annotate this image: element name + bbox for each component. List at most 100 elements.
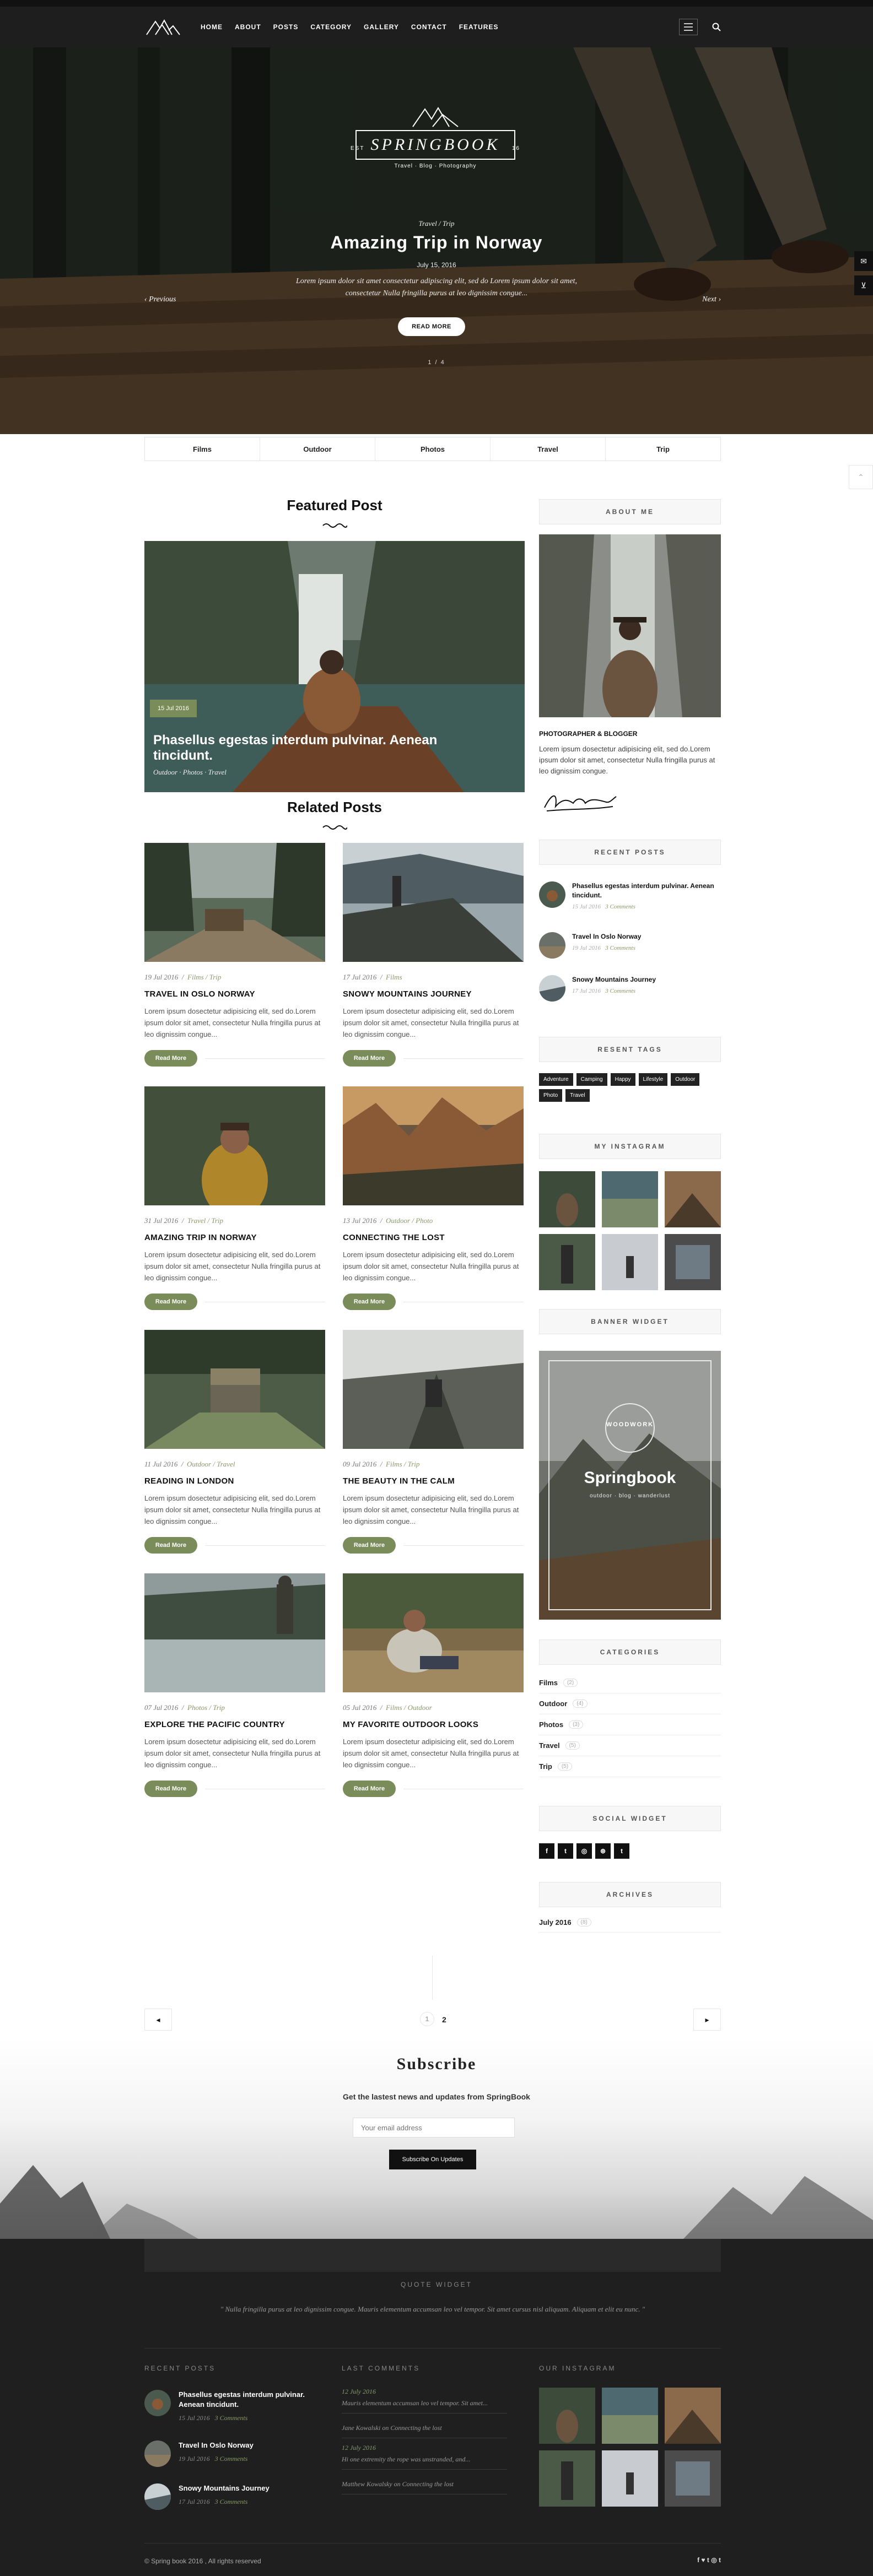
category-link[interactable]: Trip (5)	[539, 1756, 721, 1777]
hero-next-button[interactable]: Next ›	[702, 295, 721, 304]
menu-item-home[interactable]: HOME	[201, 23, 223, 31]
instagram-photo[interactable]	[602, 1171, 658, 1227]
footer-comment[interactable]: 12 July 2016 Mauris elementum accumsan le…	[342, 2388, 507, 2413]
category-travel[interactable]: Travel	[491, 437, 606, 461]
footer-comment[interactable]: 12 July 2016 Hi one extremity the rope wa…	[342, 2444, 507, 2470]
hero-title[interactable]: Amazing Trip in Norway	[0, 232, 873, 253]
post-title[interactable]: AMAZING TRIP IN NORWAY	[144, 1233, 325, 1242]
read-more-button[interactable]: Read More	[343, 1050, 396, 1067]
post-image[interactable]	[144, 1086, 325, 1205]
email-field[interactable]	[353, 2118, 515, 2137]
instagram-photo[interactable]	[539, 2450, 595, 2507]
category-link[interactable]: Films (2)	[539, 1673, 721, 1693]
recent-post-item[interactable]: Snowy Mountains Journey 17 Jul 2016 3 Com…	[539, 975, 721, 1002]
tag-item[interactable]: Camping	[576, 1073, 607, 1086]
tag-item[interactable]: Outdoor	[671, 1073, 700, 1086]
post-title[interactable]: EXPLORE THE PACIFIC COUNTRY	[144, 1720, 325, 1729]
category-link[interactable]: Travel (5)	[539, 1735, 721, 1756]
tumblr-icon[interactable]: t	[614, 1843, 629, 1859]
pager-prev-button[interactable]: ◂	[144, 2009, 172, 2031]
footer-recent-post[interactable]: Phasellus egestas interdum pulvinar. Aen…	[144, 2390, 310, 2422]
post-categories[interactable]: Films / Outdoor	[386, 1703, 432, 1712]
banner-widget[interactable]: WOODWORK Springbook outdoor · blog · wan…	[539, 1351, 721, 1620]
pager-page-1[interactable]: 1	[420, 2012, 434, 2026]
tag-item[interactable]: Photo	[539, 1089, 563, 1102]
twitter-icon[interactable]: t	[558, 1843, 573, 1859]
scroll-top-icon[interactable]: ⌃	[849, 465, 873, 489]
post-image[interactable]	[343, 1086, 524, 1205]
post-title[interactable]: CONNECTING THE LOST	[343, 1233, 524, 1242]
instagram-photo[interactable]	[665, 1171, 721, 1227]
post-categories[interactable]: Films / Trip	[386, 1460, 419, 1468]
featured-title[interactable]: Phasellus egestas interdum pulvinar. Aen…	[153, 733, 440, 764]
post-categories[interactable]: Outdoor / Photo	[386, 1216, 433, 1225]
post-image[interactable]	[144, 1330, 325, 1449]
recent-post-comments[interactable]: 3 Comments	[605, 903, 635, 910]
post-categories[interactable]: Films / Trip	[187, 973, 221, 981]
post-image[interactable]	[343, 1330, 524, 1449]
recent-post-title[interactable]: Travel In Oslo Norway	[572, 932, 641, 941]
footer-post-comments[interactable]: 3 Comments	[215, 2414, 248, 2422]
instagram-photo[interactable]	[602, 2388, 658, 2444]
footer-post-comments[interactable]: 3 Comments	[215, 2498, 248, 2505]
menu-item-gallery[interactable]: GALLERY	[364, 23, 399, 31]
pager-page-2[interactable]: 2	[442, 2015, 446, 2024]
footer-social-icons[interactable]: f ♥ t ◎ t	[697, 2556, 721, 2564]
archive-link[interactable]: July 2016 (8)	[539, 1913, 721, 1933]
footer-recent-post[interactable]: Snowy Mountains Journey 17 Jul 2016 3 Com…	[144, 2483, 310, 2510]
menu-item-posts[interactable]: POSTS	[273, 23, 299, 31]
mail-icon[interactable]: ✉	[854, 251, 873, 271]
category-link[interactable]: Outdoor (4)	[539, 1693, 721, 1714]
menu-item-features[interactable]: FEATURES	[459, 23, 499, 31]
facebook-icon[interactable]: f	[539, 1843, 554, 1859]
post-title[interactable]: MY FAVORITE OUTDOOR LOOKS	[343, 1720, 524, 1729]
hamburger-menu-icon[interactable]	[679, 19, 698, 35]
post-image[interactable]	[343, 843, 524, 962]
post-title[interactable]: THE BEAUTY IN THE CALM	[343, 1476, 524, 1486]
read-more-button[interactable]: Read More	[343, 1294, 396, 1310]
hero-read-more-button[interactable]: READ MORE	[398, 317, 465, 336]
tag-item[interactable]: Adventure	[539, 1073, 573, 1086]
footer-post-comments[interactable]: 3 Comments	[215, 2455, 248, 2463]
tag-item[interactable]: Lifestyle	[638, 1073, 668, 1086]
menu-item-about[interactable]: ABOUT	[235, 23, 261, 31]
search-icon[interactable]	[712, 23, 721, 31]
footer-post-title[interactable]: Snowy Mountains Journey	[179, 2483, 270, 2493]
post-image[interactable]	[343, 1573, 524, 1692]
read-more-button[interactable]: Read More	[144, 1781, 197, 1797]
post-categories[interactable]: Outdoor / Travel	[187, 1460, 235, 1468]
footer-comment[interactable]: Matthew Kowalsky on Connecting the lost	[342, 2477, 507, 2494]
post-title[interactable]: READING IN LONDON	[144, 1476, 325, 1486]
recent-post-title[interactable]: Phasellus egestas interdum pulvinar. Aen…	[572, 881, 721, 900]
tag-item[interactable]: Travel	[565, 1089, 590, 1102]
read-more-button[interactable]: Read More	[144, 1050, 197, 1067]
instagram-photo[interactable]	[602, 1234, 658, 1290]
mountain-logo-icon[interactable]	[144, 16, 183, 38]
category-trip[interactable]: Trip	[606, 437, 720, 461]
footer-post-title[interactable]: Travel In Oslo Norway	[179, 2440, 254, 2450]
read-more-button[interactable]: Read More	[343, 1781, 396, 1797]
menu-item-contact[interactable]: CONTACT	[411, 23, 447, 31]
instagram-icon[interactable]: ◎	[576, 1843, 592, 1859]
read-more-button[interactable]: Read More	[144, 1537, 197, 1554]
category-outdoor[interactable]: Outdoor	[260, 437, 375, 461]
post-categories[interactable]: Photos / Trip	[187, 1703, 225, 1712]
featured-categories[interactable]: Outdoor · Photos · Travel	[153, 768, 227, 777]
recent-post-item[interactable]: Phasellus egestas interdum pulvinar. Aen…	[539, 881, 721, 910]
instagram-photo[interactable]	[665, 1234, 721, 1290]
instagram-photo[interactable]	[602, 2450, 658, 2507]
post-image[interactable]	[144, 843, 325, 962]
instagram-photo[interactable]	[539, 1234, 595, 1290]
read-more-button[interactable]: Read More	[343, 1537, 396, 1554]
hero-categories[interactable]: Travel / Trip	[0, 219, 873, 228]
footer-post-title[interactable]: Phasellus egestas interdum pulvinar. Aen…	[179, 2390, 310, 2410]
menu-item-category[interactable]: CATEGORY	[310, 23, 352, 31]
category-photos[interactable]: Photos	[375, 437, 491, 461]
footer-recent-post[interactable]: Travel In Oslo Norway 19 Jul 2016 3 Comme…	[144, 2440, 310, 2467]
subscribe-button[interactable]: Subscribe On Updates	[389, 2150, 476, 2169]
instagram-photo[interactable]	[665, 2388, 721, 2444]
post-title[interactable]: TRAVEL IN OSLO NORWAY	[144, 989, 325, 999]
instagram-photo[interactable]	[539, 2388, 595, 2444]
dribbble-icon[interactable]: ⊛	[595, 1843, 611, 1859]
read-more-button[interactable]: Read More	[144, 1294, 197, 1310]
